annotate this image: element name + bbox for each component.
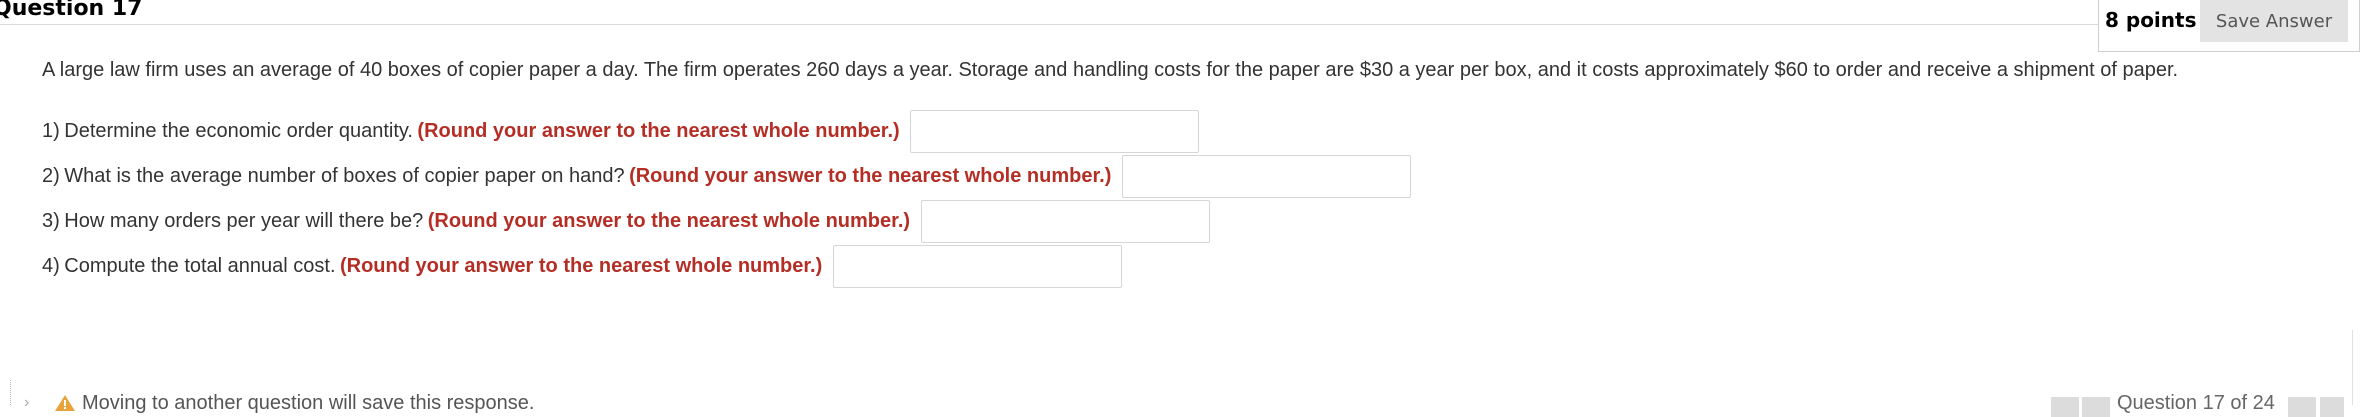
answer-input-1[interactable] [910,110,1200,153]
question-part-1: 1) Determine the economic order quantity… [42,110,1200,154]
points-label: 8 points [2105,8,2197,32]
part-hint: (Round your answer to the nearest whole … [339,255,823,277]
question-part-4: 4) Compute the total annual cost. (Round… [42,245,1122,289]
part-text: What is the average number of boxes of c… [64,165,625,187]
question-prompt: A large law firm uses an average of 40 b… [42,59,2179,81]
part-number: 4) [42,255,60,277]
part-hint: (Round your answer to the nearest whole … [427,210,911,232]
part-text: Determine the economic order quantity. [64,120,413,142]
question-part-3: 3) How many orders per year will there b… [42,200,1210,244]
part-number: 1) [42,120,60,142]
save-answer-button[interactable]: Save Answer [2200,0,2348,42]
first-question-button[interactable] [2051,397,2079,417]
answer-input-2[interactable] [1121,155,1411,198]
part-number: 3) [42,210,60,232]
question-header: Question 17 [0,0,2098,25]
footer-save-message: Moving to another question will save thi… [82,392,535,414]
part-text: Compute the total annual cost. [64,255,336,277]
next-question-button[interactable] [2288,397,2316,417]
last-question-button[interactable] [2320,397,2344,417]
question-counter: Question 17 of 24 [2117,392,2275,414]
part-hint: (Round your answer to the nearest whole … [417,120,900,142]
answer-input-3[interactable] [920,200,1210,243]
question-part-2: 2) What is the average number of boxes o… [42,155,1411,199]
question-content: A large law firm uses an average of 40 b… [42,57,2262,288]
points-panel: 8 points Save Answer [2098,0,2360,52]
warning-icon [55,395,75,411]
scrollbar[interactable] [2352,330,2360,405]
part-hint: (Round your answer to the nearest whole … [629,165,1112,187]
chevron-right-icon[interactable]: › [24,394,29,412]
part-text: How many orders per year will there be? [64,210,424,232]
footer-divider [10,380,11,405]
part-number: 2) [42,165,60,187]
question-title: Question 17 [0,0,143,21]
previous-question-button[interactable] [2082,397,2110,417]
answer-input-4[interactable] [832,245,1122,288]
